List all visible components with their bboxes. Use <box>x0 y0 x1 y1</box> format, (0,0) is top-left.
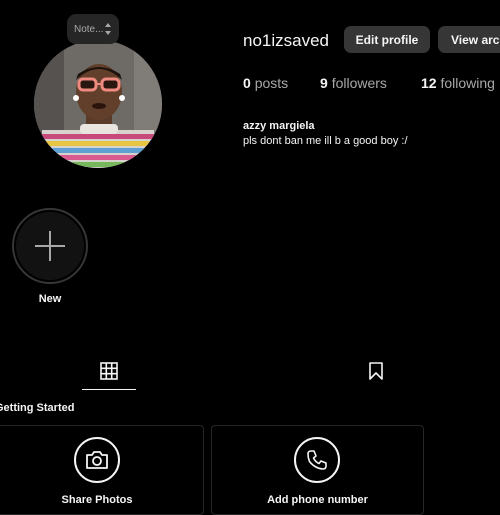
posts-count: 0 posts <box>243 75 288 91</box>
bookmark-icon <box>369 362 383 380</box>
getting-started-title: Getting Started <box>0 402 75 414</box>
add-phone-label: Add phone number <box>267 494 368 506</box>
camera-icon <box>74 437 120 483</box>
view-archive-button[interactable]: View archive <box>438 26 500 53</box>
edit-profile-button[interactable]: Edit profile <box>344 26 430 53</box>
sort-arrows-icon <box>105 23 111 35</box>
share-photos-card[interactable]: Share Photos <box>0 425 204 515</box>
note-text: Note... <box>74 23 104 35</box>
following-number: 12 <box>421 75 437 91</box>
followers-link[interactable]: 9 followers <box>320 75 387 91</box>
followers-label: followers <box>331 75 387 91</box>
tab-saved[interactable] <box>362 356 390 390</box>
active-tab-indicator <box>82 389 136 390</box>
new-highlight-button[interactable] <box>12 208 88 284</box>
following-label: following <box>440 75 495 91</box>
followers-number: 9 <box>320 75 328 91</box>
add-phone-card[interactable]: Add phone number <box>211 425 424 515</box>
tab-posts[interactable] <box>82 356 136 390</box>
following-link[interactable]: 12 following <box>421 75 495 91</box>
profile-avatar[interactable] <box>34 40 162 168</box>
avatar-photo <box>34 40 162 168</box>
note-bubble[interactable]: Note... <box>67 14 119 44</box>
phone-icon <box>294 437 340 483</box>
profile-bio: pls dont ban me ill b a good boy :/ <box>243 135 408 147</box>
profile-username: no1izsaved <box>243 31 330 50</box>
share-photos-label: Share Photos <box>61 494 133 506</box>
highlight-circle <box>16 212 84 280</box>
posts-label: posts <box>254 75 289 91</box>
profile-full-name: azzy margiela <box>243 120 315 132</box>
plus-icon <box>35 231 65 261</box>
new-highlight-label: New <box>38 293 62 305</box>
posts-number: 0 <box>243 75 251 91</box>
grid-icon <box>100 362 118 380</box>
